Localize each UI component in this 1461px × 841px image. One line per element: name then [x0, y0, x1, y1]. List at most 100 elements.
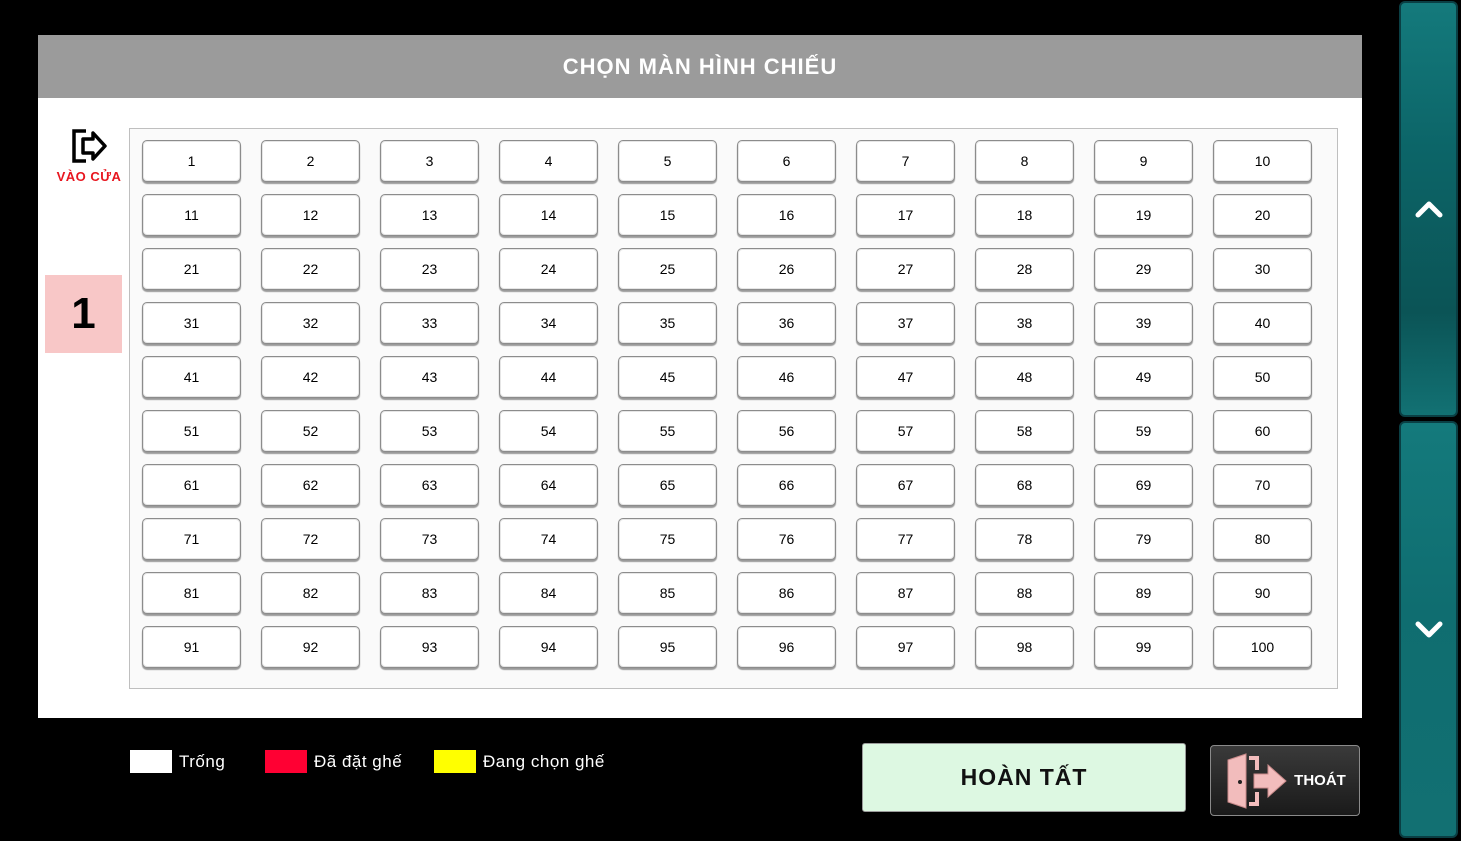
seat-button[interactable]: 93 — [380, 626, 479, 668]
seat-button[interactable]: 43 — [380, 356, 479, 398]
seat-button[interactable]: 63 — [380, 464, 479, 506]
seat-button[interactable]: 50 — [1213, 356, 1312, 398]
seat-button[interactable]: 34 — [499, 302, 598, 344]
seat-button[interactable]: 35 — [618, 302, 717, 344]
seat-button[interactable]: 68 — [975, 464, 1074, 506]
seat-button[interactable]: 54 — [499, 410, 598, 452]
seat-button[interactable]: 75 — [618, 518, 717, 560]
seat-button[interactable]: 87 — [856, 572, 955, 614]
seat-button[interactable]: 88 — [975, 572, 1074, 614]
seat-button[interactable]: 69 — [1094, 464, 1193, 506]
seat-button[interactable]: 8 — [975, 140, 1074, 182]
seat-button[interactable]: 37 — [856, 302, 955, 344]
seat-button[interactable]: 98 — [975, 626, 1074, 668]
seat-button[interactable]: 24 — [499, 248, 598, 290]
seat-button[interactable]: 70 — [1213, 464, 1312, 506]
seat-button[interactable]: 72 — [261, 518, 360, 560]
seat-button[interactable]: 92 — [261, 626, 360, 668]
seat-button[interactable]: 15 — [618, 194, 717, 236]
seat-button[interactable]: 57 — [856, 410, 955, 452]
seat-button[interactable]: 6 — [737, 140, 836, 182]
seat-button[interactable]: 95 — [618, 626, 717, 668]
seat-button[interactable]: 26 — [737, 248, 836, 290]
seat-button[interactable]: 49 — [1094, 356, 1193, 398]
seat-button[interactable]: 74 — [499, 518, 598, 560]
exit-button[interactable]: THOÁT — [1210, 745, 1360, 816]
seat-button[interactable]: 21 — [142, 248, 241, 290]
seat-button[interactable]: 36 — [737, 302, 836, 344]
seat-button[interactable]: 22 — [261, 248, 360, 290]
seat-button[interactable]: 53 — [380, 410, 479, 452]
seat-button[interactable]: 52 — [261, 410, 360, 452]
seat-button[interactable]: 85 — [618, 572, 717, 614]
seat-button[interactable]: 99 — [1094, 626, 1193, 668]
seat-button[interactable]: 4 — [499, 140, 598, 182]
seat-button[interactable]: 58 — [975, 410, 1074, 452]
seat-button[interactable]: 46 — [737, 356, 836, 398]
seat-button[interactable]: 65 — [618, 464, 717, 506]
seat-button[interactable]: 83 — [380, 572, 479, 614]
seat-button[interactable]: 90 — [1213, 572, 1312, 614]
seat-button[interactable]: 39 — [1094, 302, 1193, 344]
seat-button[interactable]: 91 — [142, 626, 241, 668]
seat-button[interactable]: 29 — [1094, 248, 1193, 290]
seat-button[interactable]: 48 — [975, 356, 1074, 398]
seat-button[interactable]: 66 — [737, 464, 836, 506]
seat-button[interactable]: 10 — [1213, 140, 1312, 182]
seat-button[interactable]: 23 — [380, 248, 479, 290]
seat-button[interactable]: 73 — [380, 518, 479, 560]
seat-button[interactable]: 100 — [1213, 626, 1312, 668]
seat-button[interactable]: 86 — [737, 572, 836, 614]
seat-button[interactable]: 56 — [737, 410, 836, 452]
seat-button[interactable]: 17 — [856, 194, 955, 236]
seat-button[interactable]: 12 — [261, 194, 360, 236]
seat-button[interactable]: 62 — [261, 464, 360, 506]
seat-button[interactable]: 51 — [142, 410, 241, 452]
seat-button[interactable]: 42 — [261, 356, 360, 398]
seat-button[interactable]: 40 — [1213, 302, 1312, 344]
seat-button[interactable]: 82 — [261, 572, 360, 614]
seat-button[interactable]: 60 — [1213, 410, 1312, 452]
seat-button[interactable]: 89 — [1094, 572, 1193, 614]
seat-button[interactable]: 7 — [856, 140, 955, 182]
seat-button[interactable]: 9 — [1094, 140, 1193, 182]
seat-button[interactable]: 71 — [142, 518, 241, 560]
seat-button[interactable]: 32 — [261, 302, 360, 344]
seat-button[interactable]: 97 — [856, 626, 955, 668]
finish-button[interactable]: HOÀN TẤT — [862, 743, 1186, 812]
seat-button[interactable]: 31 — [142, 302, 241, 344]
seat-button[interactable]: 38 — [975, 302, 1074, 344]
seat-button[interactable]: 33 — [380, 302, 479, 344]
seat-button[interactable]: 78 — [975, 518, 1074, 560]
seat-button[interactable]: 81 — [142, 572, 241, 614]
seat-button[interactable]: 96 — [737, 626, 836, 668]
seat-button[interactable]: 1 — [142, 140, 241, 182]
seat-button[interactable]: 27 — [856, 248, 955, 290]
seat-button[interactable]: 79 — [1094, 518, 1193, 560]
seat-button[interactable]: 67 — [856, 464, 955, 506]
seat-button[interactable]: 3 — [380, 140, 479, 182]
seat-button[interactable]: 44 — [499, 356, 598, 398]
scroll-up-button[interactable] — [1399, 1, 1458, 417]
seat-button[interactable]: 64 — [499, 464, 598, 506]
seat-button[interactable]: 77 — [856, 518, 955, 560]
seat-button[interactable]: 41 — [142, 356, 241, 398]
seat-button[interactable]: 28 — [975, 248, 1074, 290]
seat-button[interactable]: 20 — [1213, 194, 1312, 236]
seat-button[interactable]: 47 — [856, 356, 955, 398]
seat-button[interactable]: 94 — [499, 626, 598, 668]
seat-button[interactable]: 61 — [142, 464, 241, 506]
seat-button[interactable]: 2 — [261, 140, 360, 182]
seat-button[interactable]: 19 — [1094, 194, 1193, 236]
seat-button[interactable]: 13 — [380, 194, 479, 236]
scroll-down-button[interactable] — [1399, 421, 1458, 838]
seat-button[interactable]: 84 — [499, 572, 598, 614]
seat-button[interactable]: 25 — [618, 248, 717, 290]
seat-button[interactable]: 30 — [1213, 248, 1312, 290]
seat-button[interactable]: 5 — [618, 140, 717, 182]
seat-button[interactable]: 11 — [142, 194, 241, 236]
seat-button[interactable]: 18 — [975, 194, 1074, 236]
seat-button[interactable]: 45 — [618, 356, 717, 398]
seat-button[interactable]: 76 — [737, 518, 836, 560]
seat-button[interactable]: 14 — [499, 194, 598, 236]
